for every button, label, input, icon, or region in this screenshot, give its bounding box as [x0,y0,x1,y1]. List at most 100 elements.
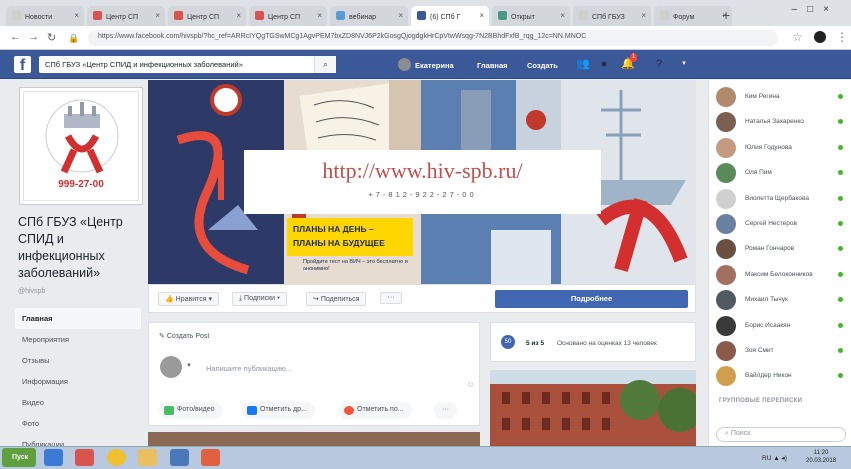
online-status-icon [838,348,843,353]
contact-item[interactable]: Борис Исаакян [712,315,847,337]
profile-link[interactable]: Екатерина [398,58,454,71]
follow-button[interactable]: ⤓ Подписки ▾ [232,292,287,306]
contacts-search-placeholder: Поиск [730,430,751,437]
star-icon[interactable]: ☆ [792,30,803,44]
page-handle[interactable]: @hivspb [18,288,45,295]
create-link[interactable]: Создать [527,61,558,70]
contact-item[interactable]: Юлия Годунова [712,137,847,159]
tab-close-icon[interactable]: × [236,11,241,20]
online-status-icon [838,271,843,277]
contact-item[interactable]: Сергей Нестеров [712,213,847,235]
menu-icon[interactable]: ⋮ [836,30,848,44]
rating-box[interactable]: 50 5 из 5 Основано на оценках 13 человек [490,322,696,362]
reload-icon[interactable]: ↻ [47,31,56,44]
tab-close-icon[interactable]: × [74,11,79,20]
avatar[interactable] [160,356,182,378]
messenger-icon[interactable]: ● [598,58,610,70]
composer-more-button[interactable]: ··· [434,402,457,419]
share-icon: ↪ [313,296,321,303]
tab-close-icon[interactable]: × [398,11,403,20]
avatar [716,264,736,285]
search-icon[interactable]: ⌕ [314,56,336,73]
contact-item[interactable]: Оля Пим [712,162,847,184]
tab-close-icon[interactable]: × [317,11,322,20]
tab-close-icon[interactable]: × [479,11,484,20]
chrome-icon[interactable] [107,449,126,466]
tab-close-icon[interactable]: × [560,11,565,20]
post-input[interactable]: Напишите публикацию... [206,364,292,373]
avatar [716,87,736,107]
pencil-icon: ✎ [159,333,167,340]
search-input[interactable]: СПб ГБУЗ «Центр СПИД и инфекционных забо… [39,56,335,73]
facebook-logo-icon[interactable]: f [14,56,31,73]
app-icon[interactable] [75,449,94,466]
nav-item-reviews[interactable]: Отзывы [15,350,141,371]
help-icon[interactable]: ? [653,58,665,70]
browser-tab[interactable]: Центр СП × [249,6,327,26]
cover-phone-text: +7-812-922-27-00 [368,190,477,199]
plans-banner: ПЛАНЫ НА ДЕНЬ – ПЛАНЫ НА БУДУЩЕЕ [287,218,413,256]
forward-arrow-icon[interactable]: → [28,31,39,43]
emoji-icon[interactable]: ☺ [466,379,475,389]
tab-favicon-icon [660,11,669,20]
contacts-search-input[interactable]: ⌕ Поиск [716,427,846,442]
like-label: Нравится [175,296,207,303]
tab-close-icon[interactable]: × [641,11,646,20]
tag-friends-label: Отметить др... [260,406,307,413]
nav-item-home[interactable]: Главная [15,308,141,329]
browser-tab[interactable]: Форум × [654,6,732,26]
contact-name: Максим Белоконников [745,270,813,278]
nav-item-about[interactable]: Информация [15,371,141,392]
contact-item[interactable]: Наталья Захаренко [712,111,847,133]
like-button[interactable]: 👍 Нравится ▾ [158,292,220,306]
contact-item[interactable]: Михаил Тычук [712,289,847,311]
profile-picture[interactable]: 999-27-00 [19,87,143,205]
skype-icon[interactable] [170,449,189,466]
start-button[interactable]: Пуск [2,448,36,467]
browser-tab[interactable]: Новости × [6,6,84,26]
post-composer: ✎ Создать Post ▼ Напишите публикацию... … [148,322,480,426]
chevron-down-icon[interactable]: ▾ [678,58,690,70]
folder-icon[interactable] [138,449,157,466]
more-button[interactable]: ··· [380,292,402,304]
contact-item[interactable]: Зоя Смит [712,340,847,362]
contact-item[interactable]: Роман Гончаров [712,238,847,260]
extension-icon[interactable] [814,31,826,43]
chevron-down-icon[interactable]: ▼ [186,363,192,369]
system-tray[interactable]: RU ▲ ◂) [762,454,787,462]
post-image[interactable] [148,432,480,446]
browser-tab[interactable]: вебинар × [330,6,408,26]
photo-video-button[interactable]: Фото/видео [159,402,223,419]
home-link[interactable]: Главная [477,61,508,70]
check-in-button[interactable]: Отметить по... [339,402,412,419]
contact-item[interactable]: Ким Регина [712,86,847,108]
browser-tab[interactable]: (6) СПб Г × [411,6,489,26]
browser-tab[interactable]: Открыт × [492,6,570,26]
url-field[interactable]: https://www.facebook.com/hivspb/?hc_ref=… [88,30,778,46]
browser-tab[interactable]: Центр СП × [168,6,246,26]
nav-item-video[interactable]: Видео [15,392,141,413]
back-arrow-icon[interactable]: ← [10,31,21,43]
media-icon[interactable] [201,449,220,466]
friend-requests-icon[interactable]: 👥 [576,58,590,70]
new-tab-button[interactable]: + [722,7,730,23]
browser-tab[interactable]: СПб ГБУЗ × [573,6,651,26]
details-button[interactable]: Подробнее [495,290,688,308]
page-photo[interactable] [490,370,696,446]
location-pin-icon [344,406,354,415]
browser-tab[interactable]: Центр СП × [87,6,165,26]
ie-icon[interactable] [44,449,63,466]
avatar [716,188,736,209]
tab-favicon-icon [336,11,345,20]
page-title[interactable]: СПб ГБУЗ «Центр СПИД и инфекционных забо… [18,214,140,282]
tab-close-icon[interactable]: × [155,11,160,20]
contact-item[interactable]: Вайлдер Никон [712,365,847,387]
tag-friends-button[interactable]: Отметить др... [242,402,315,419]
share-button[interactable]: ↪ Поделиться [306,292,367,306]
nav-item-events[interactable]: Мероприятия [15,329,141,350]
contact-item[interactable]: Максим Белоконников [712,264,847,286]
clock[interactable]: 11:20 20.03.2018 [806,449,836,465]
contact-item[interactable]: Виолетта Щербакова [712,188,847,210]
window-controls[interactable]: –□× [792,4,839,15]
nav-item-photos[interactable]: Фото [15,413,141,434]
